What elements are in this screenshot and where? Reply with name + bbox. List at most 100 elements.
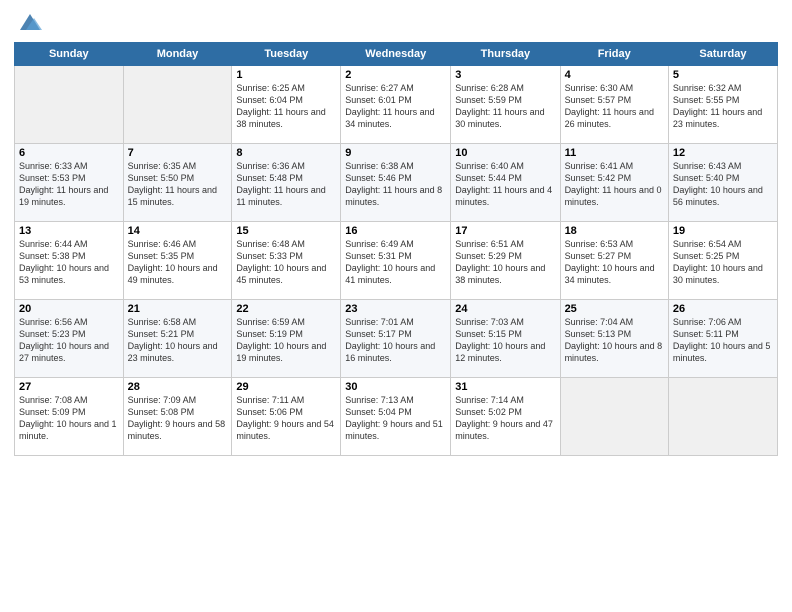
calendar-cell: 28Sunrise: 7:09 AM Sunset: 5:08 PM Dayli… xyxy=(123,378,232,456)
day-number: 2 xyxy=(345,69,446,81)
calendar-cell: 31Sunrise: 7:14 AM Sunset: 5:02 PM Dayli… xyxy=(451,378,560,456)
day-number: 30 xyxy=(345,381,446,393)
day-header-monday: Monday xyxy=(123,43,232,66)
day-content: Sunrise: 6:58 AM Sunset: 5:21 PM Dayligh… xyxy=(128,316,228,365)
day-content: Sunrise: 6:40 AM Sunset: 5:44 PM Dayligh… xyxy=(455,160,555,209)
calendar-cell: 11Sunrise: 6:41 AM Sunset: 5:42 PM Dayli… xyxy=(560,144,668,222)
day-content: Sunrise: 6:53 AM Sunset: 5:27 PM Dayligh… xyxy=(565,238,664,287)
day-number: 13 xyxy=(19,225,119,237)
calendar-body: 1Sunrise: 6:25 AM Sunset: 6:04 PM Daylig… xyxy=(15,66,778,456)
day-content: Sunrise: 6:46 AM Sunset: 5:35 PM Dayligh… xyxy=(128,238,228,287)
week-row-5: 27Sunrise: 7:08 AM Sunset: 5:09 PM Dayli… xyxy=(15,378,778,456)
day-number: 27 xyxy=(19,381,119,393)
day-number: 9 xyxy=(345,147,446,159)
calendar-cell: 27Sunrise: 7:08 AM Sunset: 5:09 PM Dayli… xyxy=(15,378,124,456)
day-header-saturday: Saturday xyxy=(668,43,777,66)
day-header-thursday: Thursday xyxy=(451,43,560,66)
day-content: Sunrise: 7:11 AM Sunset: 5:06 PM Dayligh… xyxy=(236,394,336,443)
day-number: 18 xyxy=(565,225,664,237)
day-content: Sunrise: 7:06 AM Sunset: 5:11 PM Dayligh… xyxy=(673,316,773,365)
calendar-cell: 7Sunrise: 6:35 AM Sunset: 5:50 PM Daylig… xyxy=(123,144,232,222)
day-number: 4 xyxy=(565,69,664,81)
day-content: Sunrise: 7:13 AM Sunset: 5:04 PM Dayligh… xyxy=(345,394,446,443)
day-content: Sunrise: 6:30 AM Sunset: 5:57 PM Dayligh… xyxy=(565,82,664,131)
calendar-header-row: SundayMondayTuesdayWednesdayThursdayFrid… xyxy=(15,43,778,66)
calendar-cell: 16Sunrise: 6:49 AM Sunset: 5:31 PM Dayli… xyxy=(341,222,451,300)
day-number: 6 xyxy=(19,147,119,159)
day-number: 31 xyxy=(455,381,555,393)
calendar-cell: 14Sunrise: 6:46 AM Sunset: 5:35 PM Dayli… xyxy=(123,222,232,300)
day-content: Sunrise: 6:44 AM Sunset: 5:38 PM Dayligh… xyxy=(19,238,119,287)
day-number: 8 xyxy=(236,147,336,159)
day-content: Sunrise: 6:25 AM Sunset: 6:04 PM Dayligh… xyxy=(236,82,336,131)
calendar-cell xyxy=(123,66,232,144)
calendar-cell: 19Sunrise: 6:54 AM Sunset: 5:25 PM Dayli… xyxy=(668,222,777,300)
calendar-container: SundayMondayTuesdayWednesdayThursdayFrid… xyxy=(0,0,792,466)
day-content: Sunrise: 6:27 AM Sunset: 6:01 PM Dayligh… xyxy=(345,82,446,131)
day-content: Sunrise: 6:35 AM Sunset: 5:50 PM Dayligh… xyxy=(128,160,228,209)
day-number: 17 xyxy=(455,225,555,237)
calendar-cell: 15Sunrise: 6:48 AM Sunset: 5:33 PM Dayli… xyxy=(232,222,341,300)
day-content: Sunrise: 6:41 AM Sunset: 5:42 PM Dayligh… xyxy=(565,160,664,209)
calendar-cell: 24Sunrise: 7:03 AM Sunset: 5:15 PM Dayli… xyxy=(451,300,560,378)
day-number: 11 xyxy=(565,147,664,159)
calendar-cell: 9Sunrise: 6:38 AM Sunset: 5:46 PM Daylig… xyxy=(341,144,451,222)
day-header-friday: Friday xyxy=(560,43,668,66)
day-content: Sunrise: 6:36 AM Sunset: 5:48 PM Dayligh… xyxy=(236,160,336,209)
day-content: Sunrise: 7:09 AM Sunset: 5:08 PM Dayligh… xyxy=(128,394,228,443)
day-content: Sunrise: 6:28 AM Sunset: 5:59 PM Dayligh… xyxy=(455,82,555,131)
day-number: 24 xyxy=(455,303,555,315)
calendar-cell: 26Sunrise: 7:06 AM Sunset: 5:11 PM Dayli… xyxy=(668,300,777,378)
day-content: Sunrise: 6:54 AM Sunset: 5:25 PM Dayligh… xyxy=(673,238,773,287)
calendar-cell: 21Sunrise: 6:58 AM Sunset: 5:21 PM Dayli… xyxy=(123,300,232,378)
day-number: 14 xyxy=(128,225,228,237)
week-row-1: 1Sunrise: 6:25 AM Sunset: 6:04 PM Daylig… xyxy=(15,66,778,144)
day-number: 16 xyxy=(345,225,446,237)
calendar-cell: 6Sunrise: 6:33 AM Sunset: 5:53 PM Daylig… xyxy=(15,144,124,222)
calendar-cell: 22Sunrise: 6:59 AM Sunset: 5:19 PM Dayli… xyxy=(232,300,341,378)
day-number: 19 xyxy=(673,225,773,237)
calendar-cell: 10Sunrise: 6:40 AM Sunset: 5:44 PM Dayli… xyxy=(451,144,560,222)
week-row-2: 6Sunrise: 6:33 AM Sunset: 5:53 PM Daylig… xyxy=(15,144,778,222)
calendar-cell: 12Sunrise: 6:43 AM Sunset: 5:40 PM Dayli… xyxy=(668,144,777,222)
calendar-cell: 25Sunrise: 7:04 AM Sunset: 5:13 PM Dayli… xyxy=(560,300,668,378)
day-content: Sunrise: 7:14 AM Sunset: 5:02 PM Dayligh… xyxy=(455,394,555,443)
day-content: Sunrise: 7:01 AM Sunset: 5:17 PM Dayligh… xyxy=(345,316,446,365)
calendar-cell: 4Sunrise: 6:30 AM Sunset: 5:57 PM Daylig… xyxy=(560,66,668,144)
day-content: Sunrise: 6:32 AM Sunset: 5:55 PM Dayligh… xyxy=(673,82,773,131)
day-content: Sunrise: 7:03 AM Sunset: 5:15 PM Dayligh… xyxy=(455,316,555,365)
calendar-cell: 2Sunrise: 6:27 AM Sunset: 6:01 PM Daylig… xyxy=(341,66,451,144)
day-number: 20 xyxy=(19,303,119,315)
day-number: 1 xyxy=(236,69,336,81)
calendar-cell: 18Sunrise: 6:53 AM Sunset: 5:27 PM Dayli… xyxy=(560,222,668,300)
day-number: 10 xyxy=(455,147,555,159)
calendar-cell: 17Sunrise: 6:51 AM Sunset: 5:29 PM Dayli… xyxy=(451,222,560,300)
day-content: Sunrise: 6:33 AM Sunset: 5:53 PM Dayligh… xyxy=(19,160,119,209)
day-header-tuesday: Tuesday xyxy=(232,43,341,66)
day-number: 21 xyxy=(128,303,228,315)
day-content: Sunrise: 6:49 AM Sunset: 5:31 PM Dayligh… xyxy=(345,238,446,287)
day-header-wednesday: Wednesday xyxy=(341,43,451,66)
day-number: 23 xyxy=(345,303,446,315)
calendar-cell xyxy=(668,378,777,456)
calendar-cell: 8Sunrise: 6:36 AM Sunset: 5:48 PM Daylig… xyxy=(232,144,341,222)
calendar-cell xyxy=(560,378,668,456)
day-number: 26 xyxy=(673,303,773,315)
day-number: 28 xyxy=(128,381,228,393)
day-number: 3 xyxy=(455,69,555,81)
day-content: Sunrise: 6:51 AM Sunset: 5:29 PM Dayligh… xyxy=(455,238,555,287)
calendar-table: SundayMondayTuesdayWednesdayThursdayFrid… xyxy=(14,42,778,456)
day-number: 7 xyxy=(128,147,228,159)
day-content: Sunrise: 6:59 AM Sunset: 5:19 PM Dayligh… xyxy=(236,316,336,365)
calendar-cell: 29Sunrise: 7:11 AM Sunset: 5:06 PM Dayli… xyxy=(232,378,341,456)
day-content: Sunrise: 6:56 AM Sunset: 5:23 PM Dayligh… xyxy=(19,316,119,365)
logo xyxy=(14,10,44,34)
day-number: 12 xyxy=(673,147,773,159)
calendar-cell xyxy=(15,66,124,144)
day-number: 15 xyxy=(236,225,336,237)
calendar-cell: 5Sunrise: 6:32 AM Sunset: 5:55 PM Daylig… xyxy=(668,66,777,144)
day-content: Sunrise: 6:38 AM Sunset: 5:46 PM Dayligh… xyxy=(345,160,446,209)
day-content: Sunrise: 6:43 AM Sunset: 5:40 PM Dayligh… xyxy=(673,160,773,209)
week-row-3: 13Sunrise: 6:44 AM Sunset: 5:38 PM Dayli… xyxy=(15,222,778,300)
day-content: Sunrise: 6:48 AM Sunset: 5:33 PM Dayligh… xyxy=(236,238,336,287)
